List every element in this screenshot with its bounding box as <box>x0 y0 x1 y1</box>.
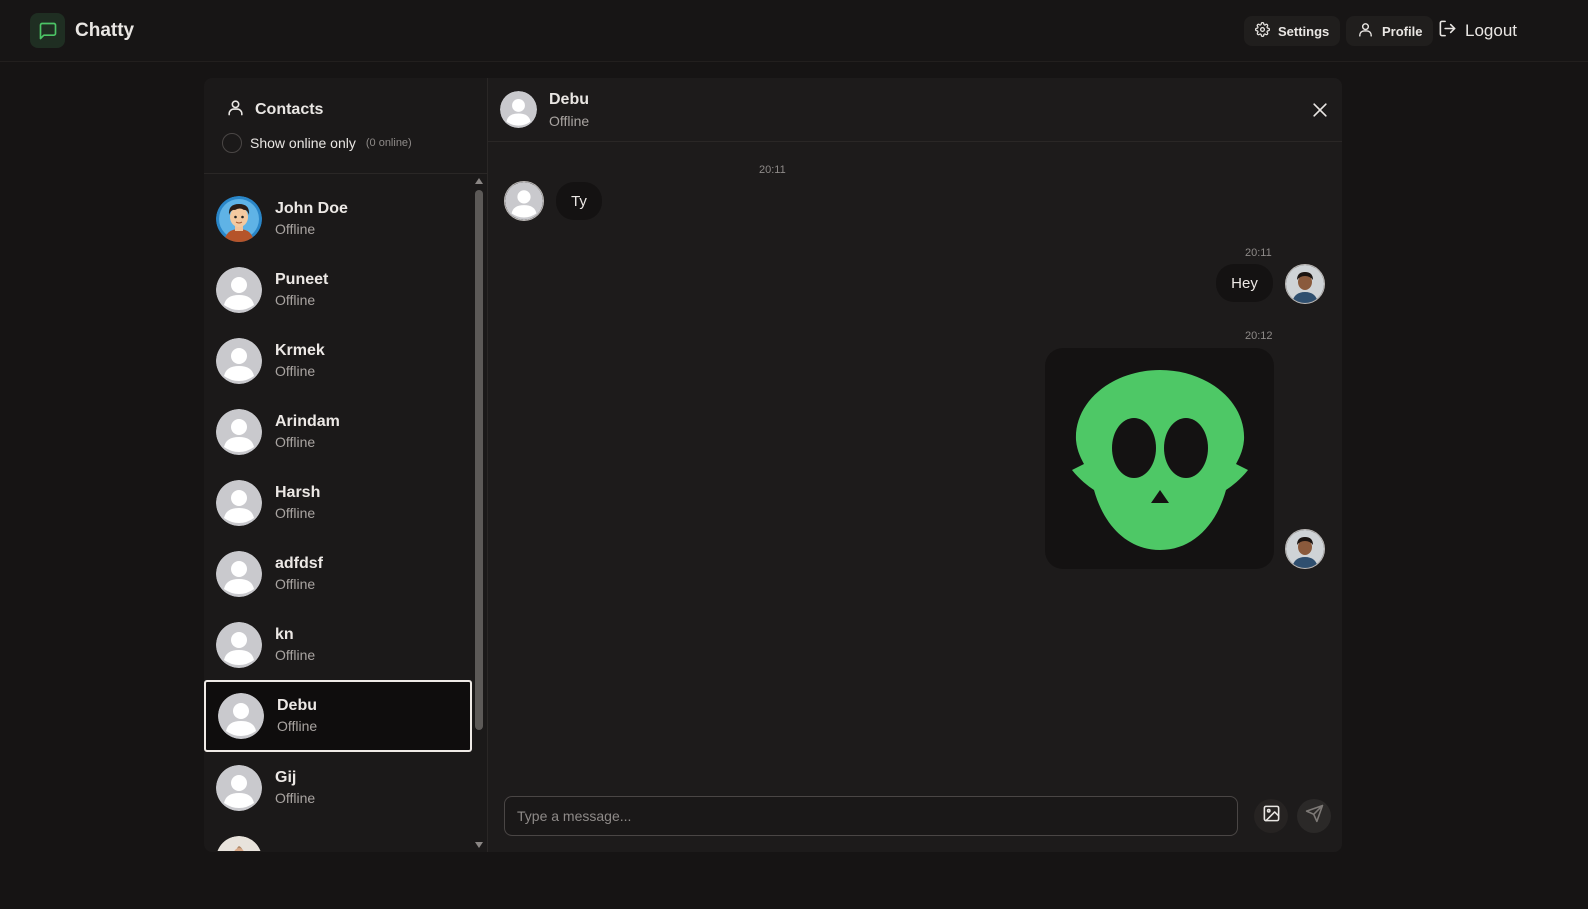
user-icon <box>1357 21 1374 41</box>
scroll-thumb[interactable] <box>475 190 483 730</box>
message-time: 20:12 <box>1245 330 1273 342</box>
contact-list-scrollbar[interactable] <box>474 178 484 850</box>
top-navbar: Chatty Settings Profile Logout <box>0 0 1588 62</box>
chat-contact-status: Offline <box>549 113 590 129</box>
logout-label: Logout <box>1465 21 1517 40</box>
contact-list: John Doe Offline Puneet Offline Krmek Of… <box>204 183 474 851</box>
contact-item[interactable]: Harsh Offline <box>204 467 472 538</box>
user-icon <box>226 98 245 122</box>
chat-panel: Debu Offline 20:11 Ty 20:11 Hey 20:12 <box>488 78 1342 852</box>
default-avatar-icon <box>218 693 264 739</box>
contact-item[interactable]: kn Offline <box>204 609 472 680</box>
settings-button[interactable]: Settings <box>1244 16 1341 46</box>
contact-name: kn <box>275 625 294 643</box>
settings-label: Settings <box>1278 23 1330 39</box>
avatar <box>1285 529 1325 569</box>
logout-button[interactable]: Logout <box>1438 16 1517 46</box>
send-button[interactable] <box>1297 799 1331 833</box>
contact-item[interactable]: John Doe Offline <box>204 183 472 254</box>
default-avatar-icon <box>216 337 262 384</box>
image-icon <box>1262 804 1281 828</box>
contact-item[interactable]: adfdsf Offline <box>204 538 472 609</box>
image-upload-button[interactable] <box>1254 799 1288 833</box>
message-bubble: Ty <box>556 182 602 220</box>
online-checkbox[interactable] <box>222 133 242 153</box>
scroll-up-arrow-icon[interactable] <box>475 178 483 184</box>
avatar <box>1285 264 1325 304</box>
contact-status: Offline <box>275 575 316 592</box>
contact-status: Offline <box>275 362 316 379</box>
avatar <box>216 195 262 242</box>
chat-bubble-icon <box>30 13 65 48</box>
contact-item[interactable]: Puneet Offline <box>204 254 472 325</box>
contact-name: Puneet <box>275 270 329 288</box>
contact-name: Debu <box>277 697 317 714</box>
contact-name: Krmek <box>275 341 325 359</box>
online-toggle-label: Show online only <box>250 135 356 151</box>
contact-status: Offline <box>275 646 316 663</box>
default-avatar-icon <box>216 266 262 313</box>
default-avatar-icon <box>216 479 262 526</box>
message-bubble: Hey <box>1216 264 1273 302</box>
contact-status: Offline <box>275 504 316 521</box>
contact-status: Offline <box>275 433 316 450</box>
brand-name: Chatty <box>75 19 135 41</box>
send-icon <box>1305 804 1324 828</box>
message-time: 20:11 <box>1245 247 1272 259</box>
contact-name: Gij <box>275 768 297 786</box>
show-online-toggle[interactable]: Show online only (0 online) <box>222 133 412 153</box>
contact-item-selected[interactable]: Debu Offline <box>204 680 472 752</box>
contact-name: adfdsf <box>275 554 323 572</box>
contact-status: Offline <box>277 718 318 734</box>
contact-item[interactable]: Arindam Offline <box>204 396 472 467</box>
sidebar-header: Contacts Show online only (0 online) <box>204 78 487 174</box>
message-input[interactable] <box>504 796 1238 836</box>
contact-status: Offline <box>275 291 316 308</box>
chat-app: Contacts Show online only (0 online) Joh… <box>204 78 1342 852</box>
avatar <box>216 835 262 851</box>
default-avatar-icon <box>216 550 262 597</box>
default-avatar-icon <box>504 181 544 221</box>
close-icon[interactable] <box>1310 100 1330 120</box>
contacts-title: Contacts <box>255 101 324 118</box>
contacts-sidebar: Contacts Show online only (0 online) Joh… <box>204 78 488 852</box>
profile-button[interactable]: Profile <box>1346 16 1434 46</box>
contact-name: John Doe <box>275 199 348 217</box>
default-avatar-icon <box>500 91 537 128</box>
contact-item[interactable]: techy101 <box>204 823 472 851</box>
default-avatar-icon <box>216 764 262 811</box>
default-avatar-icon <box>216 621 262 668</box>
contact-name: Harsh <box>275 483 321 501</box>
scroll-down-arrow-icon[interactable] <box>475 842 483 848</box>
chat-header: Debu Offline <box>488 78 1342 142</box>
gear-icon <box>1255 22 1270 40</box>
logout-icon <box>1438 19 1457 43</box>
contact-item[interactable]: Krmek Offline <box>204 325 472 396</box>
brand-link[interactable]: Chatty <box>30 13 134 48</box>
message-image[interactable] <box>1045 348 1274 569</box>
contact-name: Arindam <box>275 412 340 430</box>
online-count: (0 online) <box>365 137 412 149</box>
profile-label: Profile <box>1382 23 1423 39</box>
message-time: 20:11 <box>759 164 786 176</box>
contact-status: Offline <box>275 789 316 806</box>
green-skull-icon <box>1071 369 1248 550</box>
contact-name: techy101 <box>275 849 344 852</box>
contact-item[interactable]: Gij Offline <box>204 752 472 823</box>
default-avatar-icon <box>216 408 262 455</box>
chat-contact-name: Debu <box>549 91 589 108</box>
contact-status: Offline <box>275 220 316 237</box>
contacts-heading: Contacts <box>226 98 323 122</box>
